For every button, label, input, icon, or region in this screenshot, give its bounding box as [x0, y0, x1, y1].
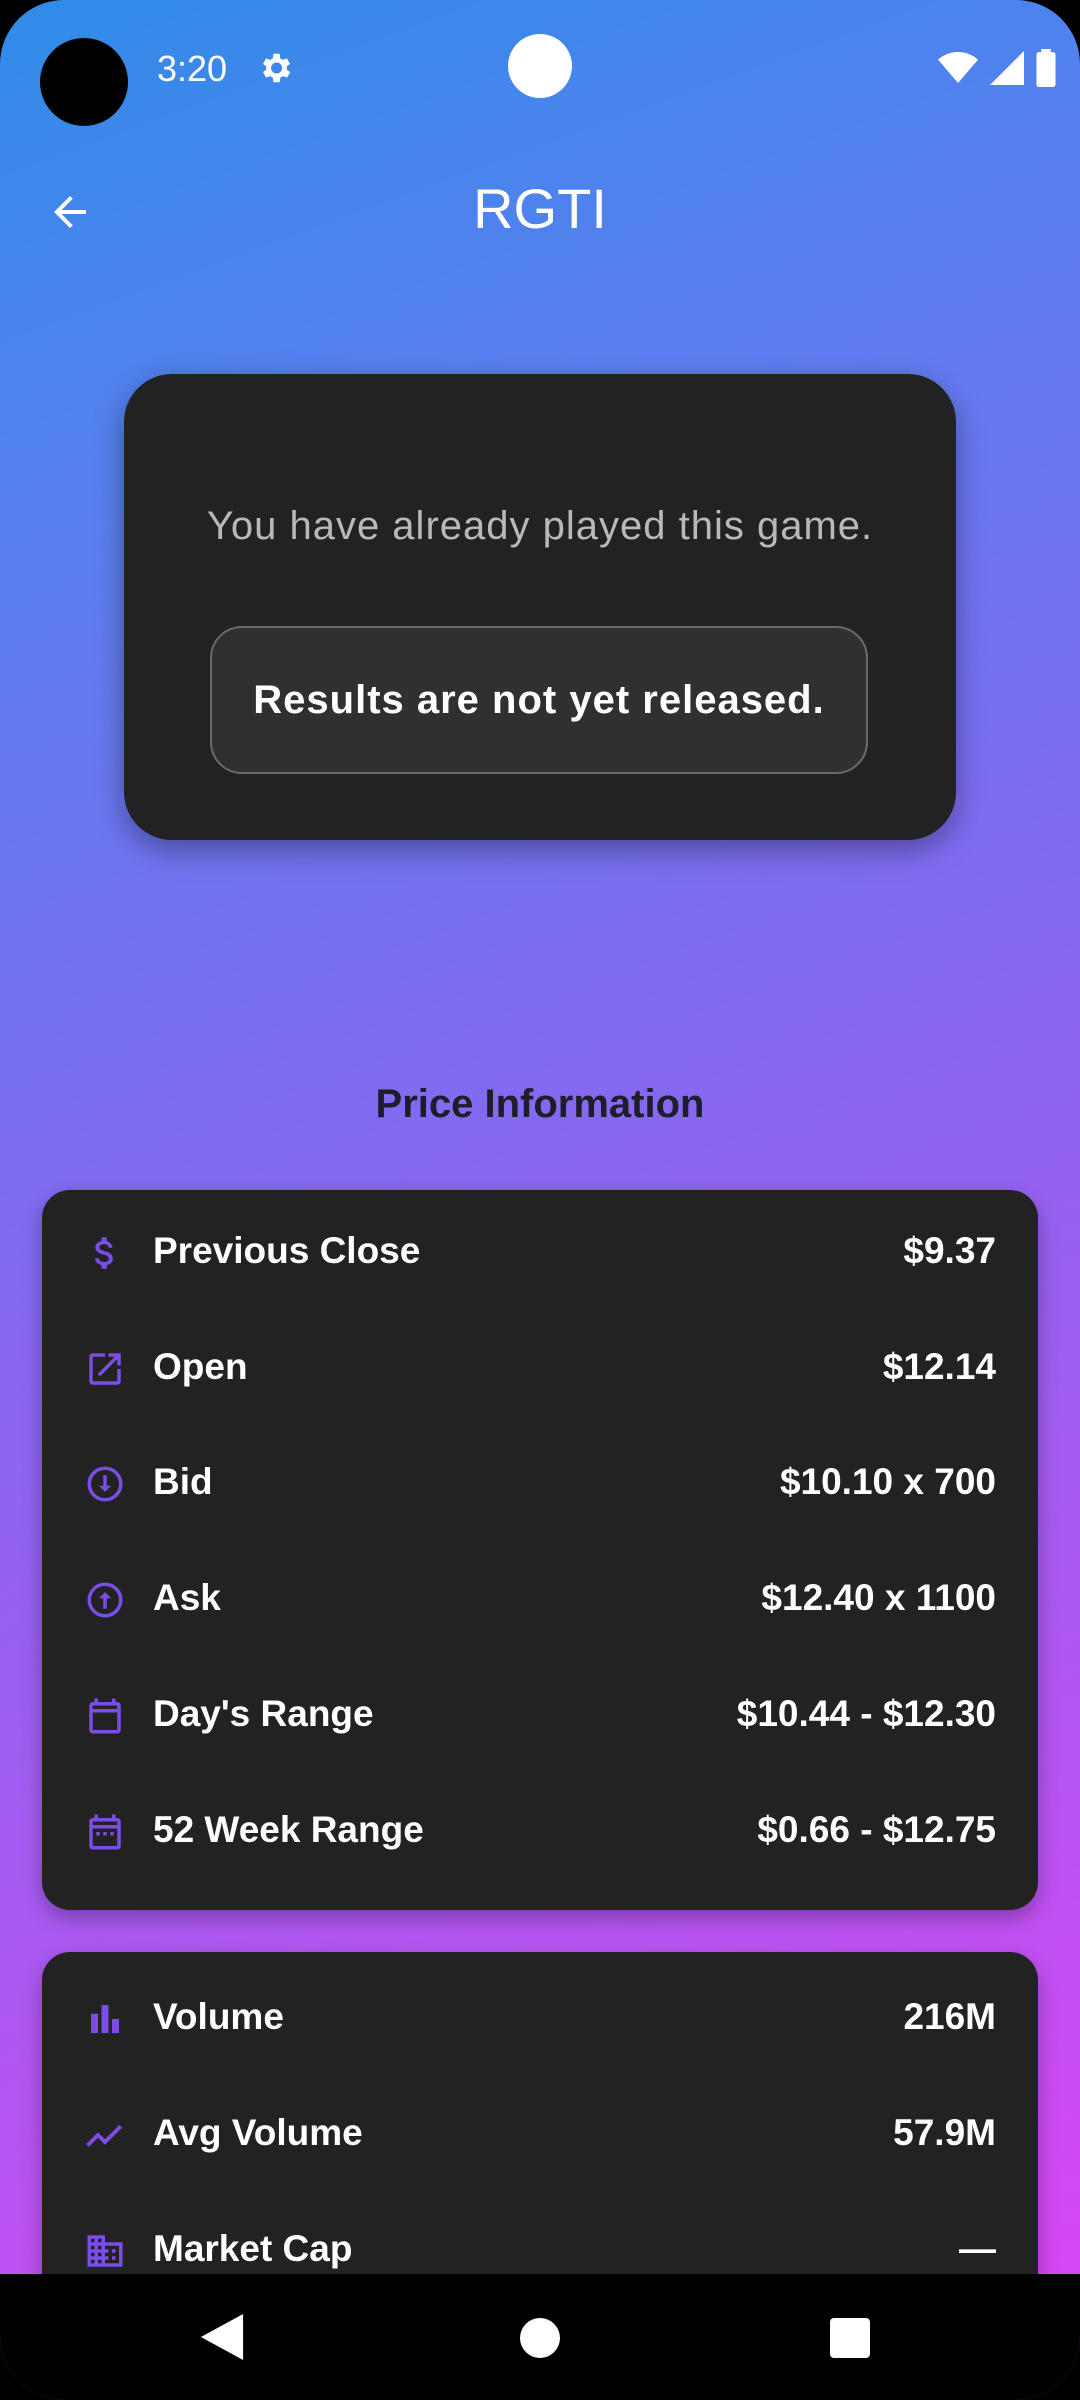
front-camera	[508, 34, 572, 98]
row-value: 57.9M	[893, 2112, 996, 2153]
row-label: 52 Week Range	[153, 1809, 424, 1850]
info-row-days-range: Day's Range $10.44 - $12.30	[42, 1657, 1038, 1773]
already-played-message: You have already played this game.	[206, 504, 874, 548]
info-row-bid: Bid $10.10 x 700	[42, 1425, 1038, 1541]
calendar-icon	[89, 1698, 121, 1734]
info-row-volume: Volume 216M	[42, 1960, 1038, 2076]
row-value: $10.44 - $12.30	[736, 1693, 996, 1734]
wifi-icon	[938, 52, 978, 83]
row-label: Open	[153, 1346, 248, 1387]
results-status-button[interactable]: Results are not yet released.	[210, 626, 868, 774]
info-row-avg-volume: Avg Volume 57.9M	[42, 2076, 1038, 2192]
dollar-icon	[95, 1237, 113, 1269]
app-bar: RGTI	[0, 140, 1080, 280]
camera-cutout	[40, 38, 128, 126]
row-value: $12.40 x 1100	[761, 1577, 996, 1618]
system-nav-bar	[0, 2274, 1080, 2400]
row-value: $0.66 - $12.75	[757, 1809, 996, 1850]
row-value: 216M	[903, 1996, 996, 2037]
bar-chart-icon	[91, 2005, 119, 2033]
row-value: $12.14	[882, 1346, 996, 1387]
row-label: Market Cap	[153, 2228, 353, 2269]
calendar-month-icon	[89, 1814, 121, 1850]
row-label: Avg Volume	[153, 2112, 363, 2153]
arrow-up-circle-icon	[87, 1582, 123, 1618]
nav-home-icon[interactable]	[520, 2318, 560, 2358]
row-value: —	[959, 2228, 996, 2269]
row-label: Ask	[153, 1577, 221, 1618]
nav-back-icon[interactable]	[200, 2314, 244, 2360]
status-time: 3:20	[157, 48, 228, 89]
nav-recents-icon[interactable]	[830, 2318, 870, 2358]
page-title: RGTI	[473, 177, 607, 240]
row-value: $9.37	[903, 1230, 996, 1271]
row-label: Day's Range	[153, 1693, 374, 1734]
info-row-open: Open $12.14	[42, 1310, 1038, 1426]
info-row-52-week-range: 52 Week Range $0.66 - $12.75	[42, 1773, 1038, 1889]
row-label: Volume	[153, 1996, 284, 2037]
open-in-new-icon	[89, 1353, 121, 1385]
gear-icon	[262, 53, 291, 83]
price-info-card: Previous Close $9.37 Open $12.14 Bid $10…	[42, 1190, 1038, 1910]
business-icon	[87, 2235, 123, 2267]
price-information-heading: Price Information	[375, 1082, 705, 1126]
row-value: $10.10 x 700	[779, 1461, 996, 1502]
info-row-previous-close: Previous Close $9.37	[42, 1194, 1038, 1310]
game-status-card: You have already played this game. Resul…	[124, 374, 956, 840]
status-bar: 3:20	[0, 0, 1080, 140]
status-icons	[938, 49, 1056, 87]
battery-icon	[1036, 49, 1056, 87]
trending-icon	[86, 2124, 123, 2147]
info-row-ask: Ask $12.40 x 1100	[42, 1541, 1038, 1657]
row-label: Previous Close	[153, 1230, 421, 1271]
row-label: Bid	[153, 1461, 213, 1502]
arrow-down-circle-icon	[87, 1466, 123, 1502]
signal-icon	[990, 51, 1024, 85]
app-screen: 3:20 RGTI You have already played this g…	[0, 0, 1080, 2400]
